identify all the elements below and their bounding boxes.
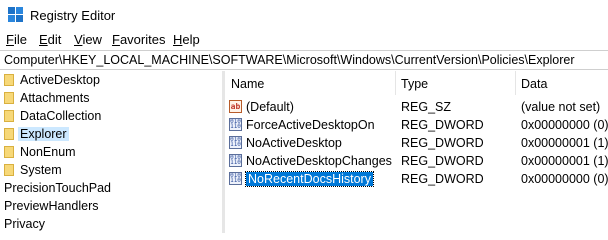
menu-edit[interactable]: Edit [39,32,61,47]
binary-value-icon: 010 110 [229,154,242,167]
tree-item-previewhandlers[interactable]: PreviewHandlers [0,197,222,215]
tree-item-system[interactable]: System [0,161,222,179]
value-row-default[interactable]: ab (Default) REG_SZ (value not set) [225,98,608,116]
value-type: REG_DWORD [401,118,484,132]
tree-item-attachments[interactable]: Attachments [0,89,222,107]
tree-item-label: DataCollection [20,109,102,123]
value-row-noactivedesktopchanges[interactable]: 010 110 NoActiveDesktopChanges REG_DWORD … [225,152,608,170]
value-name: (Default) [246,100,294,114]
title-bar: Registry Editor [0,0,608,30]
tree-item-label: PrecisionTouchPad [4,181,112,195]
column-header-data[interactable]: Data [521,77,547,91]
folder-icon [4,110,14,122]
value-type: REG_DWORD [401,136,484,150]
tree-item-label: PreviewHandlers [4,199,99,213]
tree-item-explorer[interactable]: Explorer [0,125,222,143]
value-name: NoActiveDesktop [246,136,342,150]
folder-icon [4,74,14,86]
tree-item-label: Privacy [4,217,45,231]
column-header-type[interactable]: Type [401,77,428,91]
value-type: REG_SZ [401,100,452,114]
string-value-icon: ab [229,100,242,113]
value-data: 0x00000000 (0) [521,172,608,186]
tree-item-nonenum[interactable]: NonEnum [0,143,222,161]
value-data: 0x00000000 (0) [521,118,608,132]
value-data: (value not set) [521,100,601,114]
column-header-name[interactable]: Name [231,77,264,91]
tree-item-label: System [20,163,62,177]
value-name: ForceActiveDesktopOn [246,118,375,132]
column-divider[interactable] [395,71,396,95]
value-type: REG_DWORD [401,172,484,186]
value-name: NoActiveDesktopChanges [246,154,392,168]
value-type: REG_DWORD [401,154,484,168]
address-path[interactable]: Computer\HKEY_LOCAL_MACHINE\SOFTWARE\Mic… [4,53,575,67]
binary-value-icon: 010 110 [229,136,242,149]
values-list-pane[interactable]: Name Type Data ab (Default) REG_SZ (valu… [225,71,608,233]
value-row-noactivedesktop[interactable]: 010 110 NoActiveDesktop REG_DWORD 0x00000… [225,134,608,152]
menu-file[interactable]: File [6,32,27,47]
folder-icon [4,164,14,176]
binary-value-icon: 010 110 [229,118,242,131]
binary-value-icon: 010 110 [229,172,242,185]
menu-favorites[interactable]: Favorites [112,32,165,47]
tree-item-datacollection[interactable]: DataCollection [0,107,222,125]
address-bar[interactable]: Computer\HKEY_LOCAL_MACHINE\SOFTWARE\Mic… [0,50,608,70]
tree-item-label: Attachments [20,91,90,105]
value-row-norecentdocshistory[interactable]: 010 110 NoRecentDocsHistory REG_DWORD 0x0… [225,170,608,188]
tree-item-precisiontouchpad[interactable]: PrecisionTouchPad [0,179,222,197]
tree-item-label: Explorer [18,127,69,141]
tree-item-label: NonEnum [20,145,76,159]
folder-icon [4,92,14,104]
menu-bar: File Edit View Favorites Help [0,30,608,50]
tree-item-privacy[interactable]: Privacy [0,215,222,233]
tree-item-activedesktop[interactable]: ActiveDesktop [0,71,222,89]
key-tree-pane[interactable]: ActiveDesktop Attachments DataCollection… [0,71,222,233]
menu-view[interactable]: View [74,32,102,47]
folder-icon [4,146,14,158]
value-row-forceactivedesktopon[interactable]: 010 110 ForceActiveDesktopOn REG_DWORD 0x… [225,116,608,134]
menu-help[interactable]: Help [173,32,200,47]
registry-editor-icon [8,7,24,23]
window-title: Registry Editor [30,8,116,23]
value-data: 0x00000001 (1) [521,136,608,150]
value-data: 0x00000001 (1) [521,154,608,168]
column-divider[interactable] [515,71,516,95]
tree-item-label: ActiveDesktop [20,73,100,87]
value-name: NoRecentDocsHistory [245,171,374,187]
folder-icon [4,128,14,140]
